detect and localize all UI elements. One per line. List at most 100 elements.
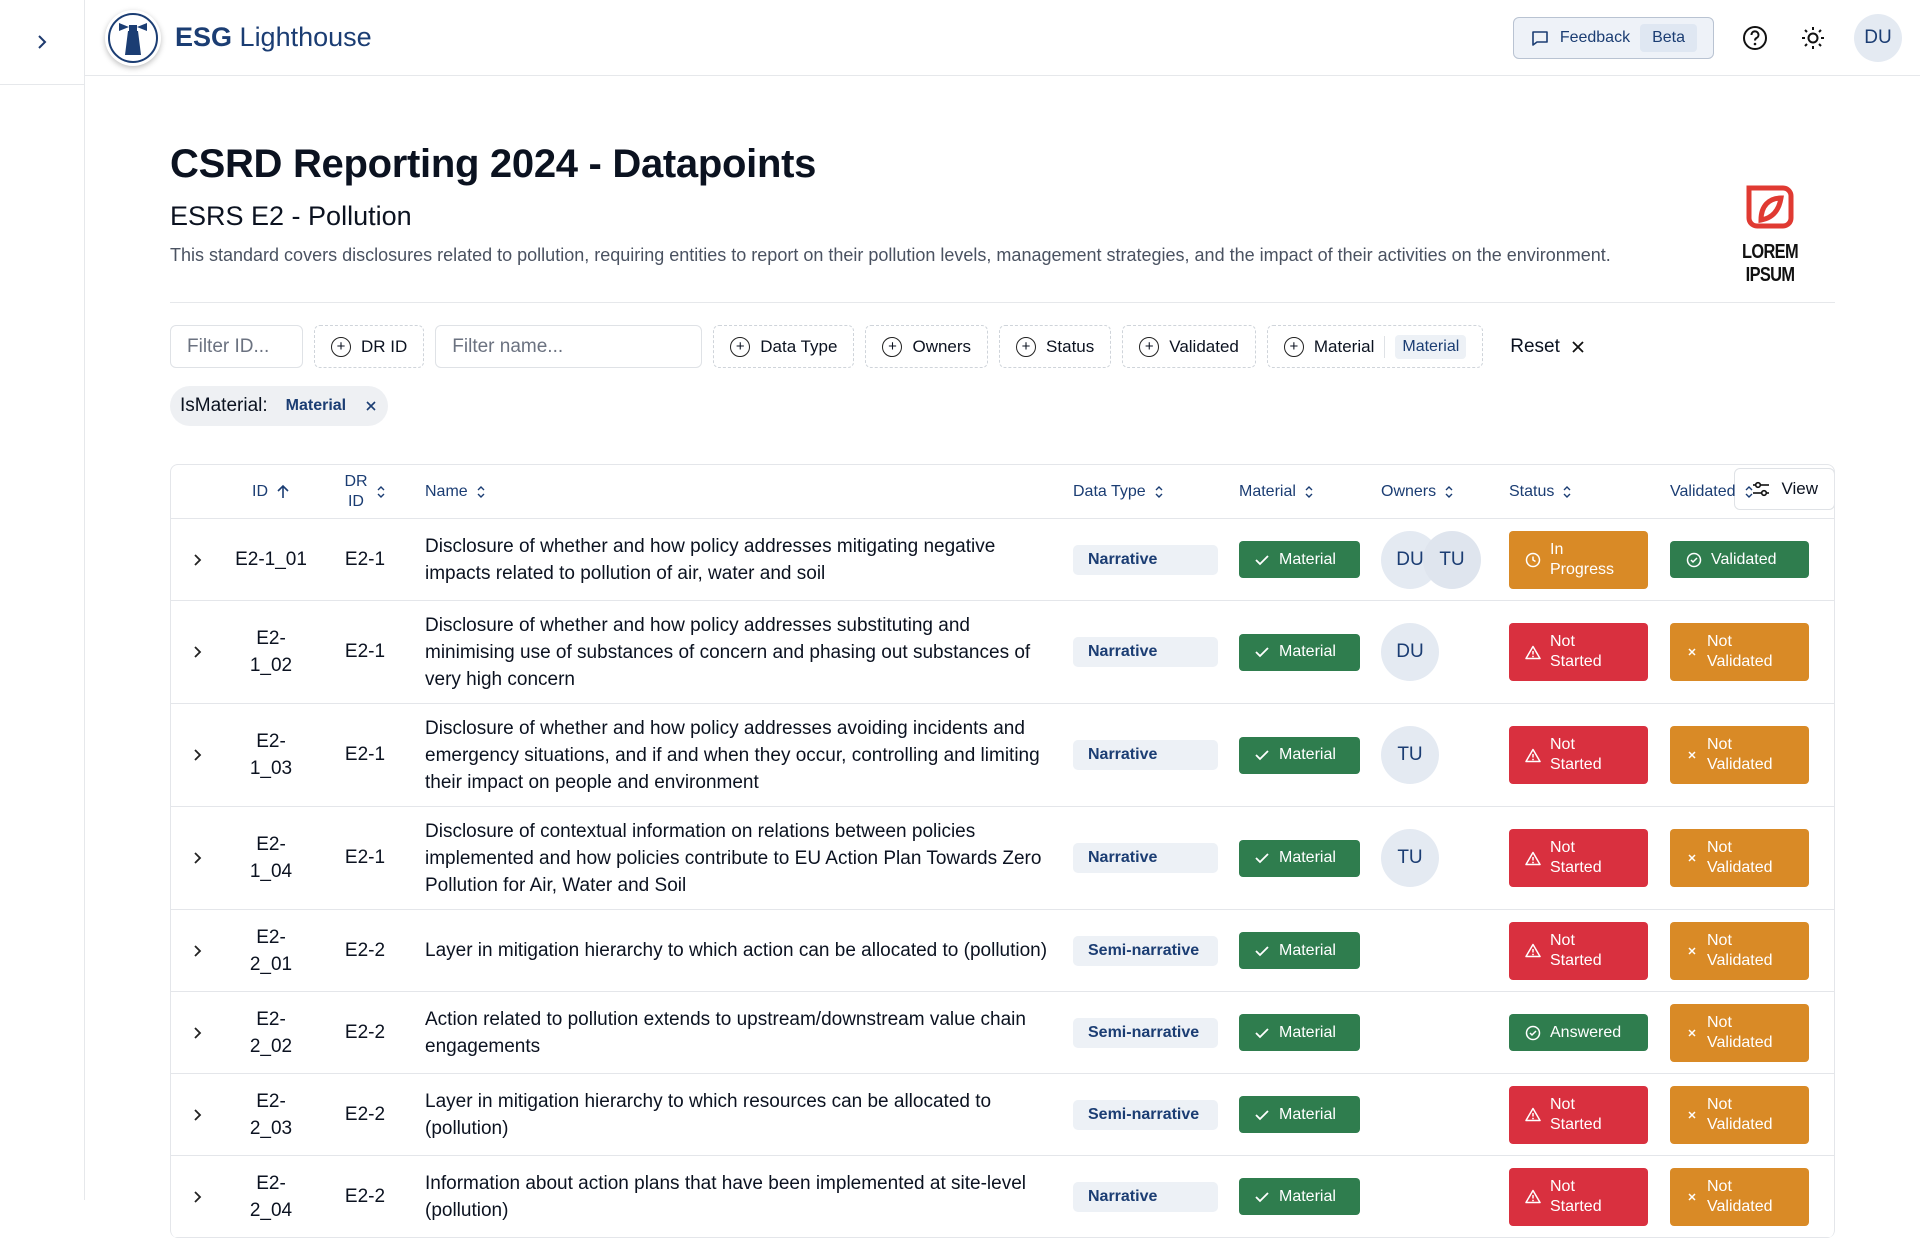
feedback-button[interactable]: Feedback Beta bbox=[1512, 16, 1714, 59]
dr-id: E2-1 bbox=[344, 641, 386, 662]
table-row[interactable]: E2-2_01 E2-2 Layer in mitigation hierarc… bbox=[171, 910, 1834, 992]
material-filter-button[interactable]: + Material Material bbox=[1266, 325, 1484, 368]
check-icon bbox=[1255, 750, 1269, 761]
check-icon bbox=[1255, 853, 1269, 864]
top-bar: ESG Lighthouse Feedback Beta DU bbox=[85, 0, 1920, 76]
status-badge[interactable]: Not Started bbox=[1509, 623, 1648, 681]
chevron-right-icon bbox=[194, 1108, 202, 1121]
validated-filter-button[interactable]: + Validated bbox=[1122, 325, 1256, 368]
table-row[interactable]: E2-1_03 E2-1 Disclosure of whether and h… bbox=[171, 704, 1834, 807]
reset-filters-button[interactable]: Reset bbox=[1510, 336, 1586, 358]
x-icon bbox=[1688, 1110, 1696, 1119]
expand-row-button[interactable] bbox=[171, 942, 225, 960]
datapoint-name: Information about action plans that have… bbox=[425, 1172, 1026, 1221]
x-icon bbox=[1688, 946, 1696, 955]
remove-filter-icon[interactable] bbox=[364, 399, 378, 413]
status-badge[interactable]: Not Started bbox=[1509, 829, 1648, 887]
expand-row-button[interactable] bbox=[171, 551, 225, 569]
expand-row-button[interactable] bbox=[171, 1188, 225, 1206]
validated-badge[interactable]: Not Validated bbox=[1670, 726, 1809, 784]
page-subtitle: ESRS E2 - Pollution bbox=[170, 201, 412, 231]
chevron-right-icon bbox=[38, 35, 47, 49]
data-type-badge: Semi-narrative bbox=[1073, 1099, 1218, 1130]
dr-id-filter-button[interactable]: + DR ID bbox=[314, 325, 425, 368]
owners-cell: DU bbox=[1371, 623, 1499, 681]
datapoint-name: Layer in mitigation hierarchy to which r… bbox=[425, 1090, 992, 1139]
datapoint-name: Action related to pollution extends to u… bbox=[425, 1008, 1026, 1057]
validated-badge[interactable]: Not Validated bbox=[1670, 921, 1809, 980]
theme-toggle-button[interactable] bbox=[1796, 21, 1830, 55]
help-icon bbox=[1743, 25, 1767, 50]
validated-badge[interactable]: Not Validated bbox=[1670, 623, 1809, 681]
owner-avatar[interactable]: DU bbox=[1381, 623, 1439, 681]
validated-badge[interactable]: Validated bbox=[1670, 541, 1809, 578]
warning-icon bbox=[1525, 1189, 1541, 1204]
sort-name-button[interactable]: Name bbox=[425, 478, 1053, 505]
table-row[interactable]: E2-1_02 E2-1 Disclosure of whether and h… bbox=[171, 601, 1834, 704]
help-button[interactable] bbox=[1738, 21, 1772, 55]
plus-circle-icon: + bbox=[730, 336, 751, 357]
dr-id: E2-2 bbox=[344, 1185, 386, 1207]
sort-icon bbox=[1445, 485, 1453, 498]
sort-icon bbox=[1745, 485, 1753, 498]
owners-filter-button[interactable]: + Owners bbox=[865, 325, 989, 368]
data-type-badge: Narrative bbox=[1073, 843, 1218, 873]
sort-material-button[interactable]: Material bbox=[1239, 483, 1371, 501]
table-row[interactable]: E2-1_04 E2-1 Disclosure of contextual in… bbox=[171, 807, 1834, 910]
chevron-right-icon bbox=[194, 553, 202, 566]
id-filter-input[interactable]: Filter ID... bbox=[170, 325, 303, 368]
table-row[interactable]: E2-2_02 E2-2 Action related to pollution… bbox=[171, 992, 1834, 1074]
sort-data-type-button[interactable]: Data Type bbox=[1073, 483, 1229, 501]
sort-dr-id-button[interactable]: DR ID bbox=[317, 472, 413, 512]
expand-row-button[interactable] bbox=[171, 849, 225, 867]
warning-icon bbox=[1525, 748, 1541, 762]
expand-row-button[interactable] bbox=[171, 1106, 225, 1124]
status-badge[interactable]: In Progress bbox=[1509, 530, 1648, 589]
owner-avatar[interactable]: TU bbox=[1423, 530, 1481, 589]
sidebar-expand-button[interactable] bbox=[0, 0, 84, 85]
owner-avatar[interactable]: TU bbox=[1381, 829, 1439, 887]
status-badge[interactable]: Not Started bbox=[1509, 1167, 1648, 1226]
filter-bar: Filter ID... + DR ID Filter name... + Data… bbox=[170, 325, 1835, 368]
table-row[interactable]: E2-1_01 E2-1 Disclosure of whether and h… bbox=[171, 519, 1834, 601]
status-badge[interactable]: Answered bbox=[1509, 1014, 1648, 1051]
name-filter-input[interactable]: Filter name... bbox=[435, 325, 703, 368]
sort-id-button[interactable]: ID bbox=[225, 478, 317, 505]
sort-status-button[interactable]: Status bbox=[1509, 483, 1660, 501]
table-row[interactable]: E2-2_03 E2-2 Layer in mitigation hierarc… bbox=[171, 1074, 1834, 1156]
validated-badge[interactable]: Not Validated bbox=[1670, 1003, 1809, 1062]
chevron-right-icon bbox=[194, 944, 202, 957]
clock-icon bbox=[1525, 552, 1541, 567]
status-filter-button[interactable]: + Status bbox=[999, 325, 1112, 368]
sort-icon bbox=[1155, 485, 1163, 498]
x-icon bbox=[1688, 854, 1696, 862]
status-badge[interactable]: Not Started bbox=[1509, 726, 1648, 784]
expand-row-button[interactable] bbox=[171, 1024, 225, 1042]
table-row[interactable]: E2-2_04 E2-2 Information about action pl… bbox=[171, 1156, 1834, 1238]
expand-row-button[interactable] bbox=[171, 643, 225, 661]
expand-row-button[interactable] bbox=[171, 746, 225, 764]
check-icon bbox=[1255, 945, 1269, 956]
status-badge[interactable]: Not Started bbox=[1509, 921, 1648, 980]
validated-badge[interactable]: Not Validated bbox=[1670, 1085, 1809, 1144]
datapoints-table: ID DR ID Name Data Type Material Owners S… bbox=[170, 464, 1835, 1238]
status-badge[interactable]: Not Started bbox=[1509, 1085, 1648, 1144]
material-badge: Material bbox=[1239, 932, 1360, 969]
check-circle-icon bbox=[1686, 552, 1702, 567]
sort-validated-button[interactable]: Validated bbox=[1670, 483, 1810, 501]
validated-badge[interactable]: Not Validated bbox=[1670, 829, 1809, 887]
x-icon bbox=[1688, 751, 1696, 759]
leaf-logo-icon bbox=[1746, 185, 1794, 229]
validated-badge[interactable]: Not Validated bbox=[1670, 1167, 1809, 1226]
sort-icon bbox=[1305, 485, 1313, 498]
owner-avatar[interactable]: TU bbox=[1381, 726, 1439, 784]
user-avatar[interactable]: DU bbox=[1854, 13, 1902, 62]
beta-badge: Beta bbox=[1640, 23, 1697, 52]
plus-circle-icon: + bbox=[1139, 336, 1160, 357]
separator bbox=[1384, 335, 1386, 358]
lighthouse-logo-icon[interactable] bbox=[105, 9, 161, 66]
sort-owners-button[interactable]: Owners bbox=[1381, 483, 1499, 501]
data-type-filter-button[interactable]: + Data Type bbox=[713, 325, 855, 368]
data-type-badge: Semi-narrative bbox=[1073, 935, 1218, 966]
material-badge: Material bbox=[1239, 633, 1360, 671]
